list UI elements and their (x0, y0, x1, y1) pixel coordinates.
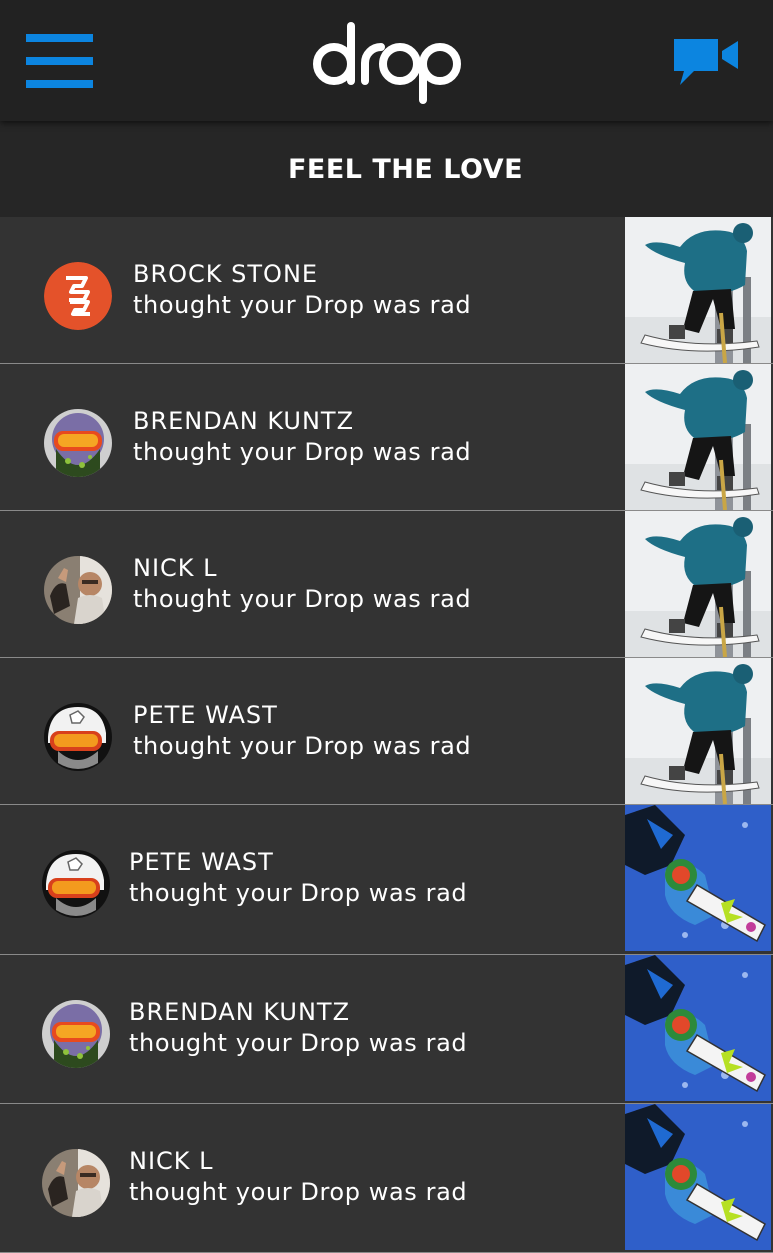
avatar[interactable] (44, 556, 112, 624)
helmet-avatar (44, 703, 112, 771)
goggles-mask-avatar (42, 1000, 110, 1068)
top-bar: drop (0, 0, 773, 121)
avatar[interactable] (42, 1149, 110, 1217)
drop-thumbnail[interactable] (625, 511, 771, 657)
goggles-mask-avatar (44, 409, 112, 477)
helmet-avatar (42, 850, 110, 918)
notification-text: thought your Drop was rad (133, 291, 472, 319)
avatar[interactable] (44, 262, 112, 330)
drop-thumbnail[interactable] (625, 364, 771, 510)
drop-logo: drop (313, 22, 461, 104)
notification-text: thought your Drop was rad (133, 585, 472, 613)
video-camera-icon (674, 39, 738, 85)
notification-text: thought your Drop was rad (129, 1178, 468, 1206)
menu-button[interactable] (26, 34, 93, 88)
user-name[interactable]: NICK L (129, 1146, 467, 1176)
air-grab-image (625, 1104, 771, 1250)
drop-thumbnail[interactable] (625, 217, 771, 363)
list-item[interactable]: BRENDAN KUNTZ thought your Drop was rad (0, 955, 773, 1104)
drop-thumbnail[interactable] (625, 805, 771, 954)
user-name[interactable]: NICK L (133, 553, 471, 583)
rail-rider-image (625, 511, 771, 657)
avatar[interactable] (44, 409, 112, 477)
video-button[interactable] (672, 37, 740, 87)
list-item[interactable]: BROCK STONE thought your Drop was rad (0, 217, 773, 364)
user-name[interactable]: BROCK STONE (133, 259, 471, 289)
rail-rider-image (625, 658, 771, 804)
notification-text: thought your Drop was rad (133, 732, 472, 760)
air-grab-image (625, 805, 771, 951)
list-item[interactable]: BRENDAN KUNTZ thought your Drop was rad (0, 364, 773, 511)
rail-rider-image (625, 217, 771, 363)
section-header: FEEL THE LOVE (0, 121, 773, 217)
list-item[interactable]: NICK L thought your Drop was rad (0, 1104, 773, 1253)
list-item[interactable]: PETE WAST thought your Drop was rad (0, 805, 773, 955)
avatar[interactable] (42, 1000, 110, 1068)
notification-text: thought your Drop was rad (133, 438, 472, 466)
notification-text: thought your Drop was rad (129, 879, 468, 907)
selfie-avatar (42, 1149, 110, 1217)
drop-thumbnail[interactable] (625, 658, 771, 804)
drop-thumbnail[interactable] (625, 1104, 771, 1252)
list-item[interactable]: PETE WAST thought your Drop was rad (0, 658, 773, 805)
hamburger-menu-icon (26, 34, 93, 42)
brand-logo-avatar (44, 262, 112, 330)
user-name[interactable]: BRENDAN KUNTZ (129, 997, 467, 1027)
notification-text: thought your Drop was rad (129, 1029, 468, 1057)
avatar[interactable] (44, 703, 112, 771)
air-grab-image (625, 955, 771, 1101)
user-name[interactable]: PETE WAST (133, 700, 471, 730)
page-title: FEEL THE LOVE (287, 153, 524, 185)
user-name[interactable]: BRENDAN KUNTZ (133, 406, 471, 436)
avatar[interactable] (42, 850, 110, 918)
selfie-avatar (44, 556, 112, 624)
rail-rider-image (625, 364, 771, 510)
drop-thumbnail[interactable] (625, 955, 771, 1103)
list-item[interactable]: NICK L thought your Drop was rad (0, 511, 773, 658)
user-name[interactable]: PETE WAST (129, 847, 467, 877)
notification-list: BROCK STONE thought your Drop was rad BR… (0, 217, 773, 1253)
